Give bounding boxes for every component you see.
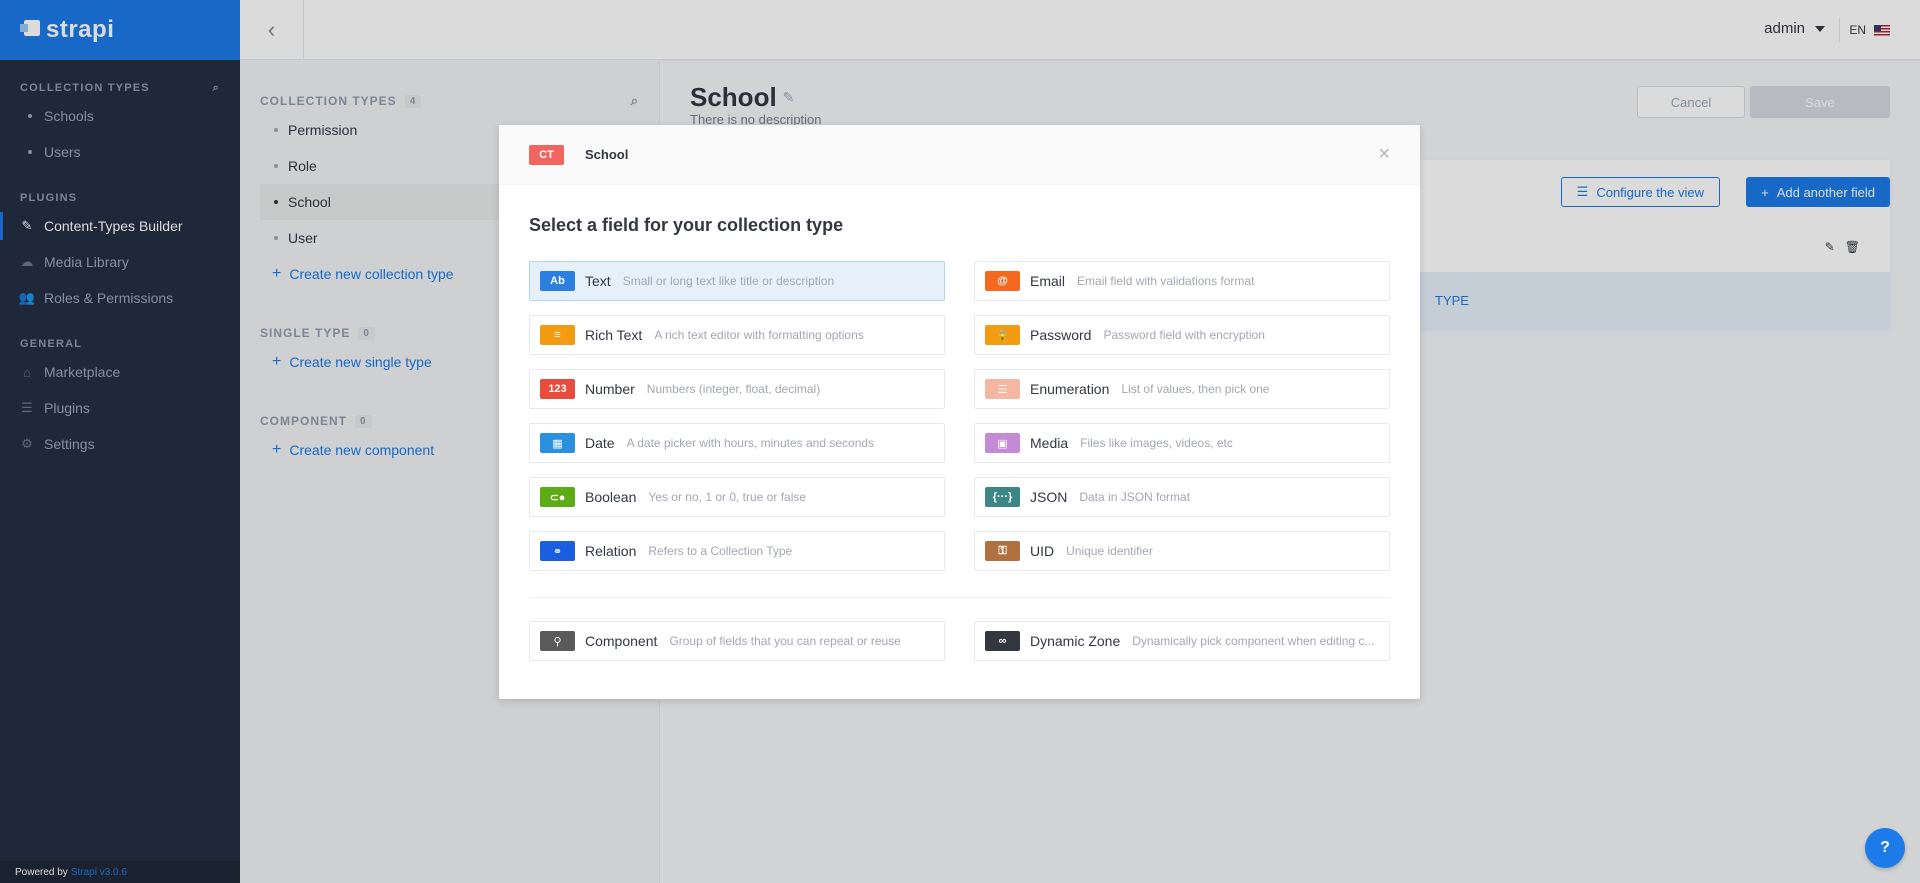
date-icon: ▦ (540, 433, 575, 453)
modal-title: Select a field for your collection type (529, 215, 844, 235)
boolean-icon: ⊂● (540, 487, 575, 507)
help-button[interactable]: ? (1865, 828, 1905, 868)
field-type-description: Files like images, videos, etc (1080, 436, 1233, 450)
field-type-label: Media (1030, 435, 1069, 451)
field-type-email[interactable]: @ Email Email field with validations forma… (974, 261, 1390, 301)
field-type-label: Number (585, 381, 635, 397)
field-picker-modal: CT School × Select a field for your coll… (499, 125, 1420, 699)
field-type-date[interactable]: ▦ Date A date picker with hours, minutes a… (529, 423, 945, 463)
field-type-boolean[interactable]: ⊂● Boolean Yes or no, 1 or 0, true or fals… (529, 477, 945, 517)
field-type-label: UID (1030, 543, 1055, 559)
number-icon: 123 (540, 379, 575, 399)
field-type-description: Refers to a Collection Type (648, 544, 793, 558)
uid-icon: ⚿ (985, 541, 1020, 561)
field-type-description: A date picker with hours, minutes and se… (626, 436, 875, 450)
field-type-dynamic-zone[interactable]: ∞ Dynamic Zone Dynamically pick component … (974, 621, 1390, 661)
field-type-number[interactable]: 123 Number Numbers (integer, float, decima… (529, 369, 945, 409)
field-type-label: Password (1030, 327, 1092, 343)
field-type-description: A rich text editor with formatting optio… (654, 328, 864, 342)
enumeration-icon: ☰ (985, 379, 1020, 399)
field-type-description: Email field with validations format (1077, 274, 1255, 288)
field-type-description: Small or long text like title or descrip… (622, 274, 835, 288)
json-icon: {···} (985, 487, 1020, 507)
field-type-rich-text[interactable]: ≡ Rich Text A rich text editor with format… (529, 315, 945, 355)
text-icon: Ab (540, 271, 575, 291)
field-type-label: Rich Text (585, 327, 643, 343)
field-type-label: Date (585, 435, 615, 451)
component-icon: ⚲ (540, 631, 575, 651)
field-type-description: Unique identifier (1066, 544, 1153, 558)
field-type-uid[interactable]: ⚿ UID Unique identifier (974, 531, 1390, 571)
media-icon: ▣ (985, 433, 1020, 453)
modal-header: CT School × (499, 125, 1420, 185)
field-type-label: Enumeration (1030, 381, 1110, 397)
field-type-description: Group of fields that you can repeat or r… (669, 634, 901, 648)
password-icon: 🔒 (985, 325, 1020, 345)
field-type-description: Data in JSON format (1079, 490, 1191, 504)
modal-divider (529, 597, 1390, 598)
field-type-label: Text (585, 273, 611, 289)
field-type-component[interactable]: ⚲ Component Group of fields that you can r… (529, 621, 945, 661)
email-icon: @ (985, 271, 1020, 291)
field-type-description: List of values, then pick one (1121, 382, 1270, 396)
field-type-enumeration[interactable]: ☰ Enumeration List of values, then pick on… (974, 369, 1390, 409)
field-type-label: Component (585, 633, 658, 649)
field-type-description: Yes or no, 1 or 0, true or false (648, 490, 807, 504)
field-type-label: JSON (1030, 489, 1068, 505)
field-type-label: Dynamic Zone (1030, 633, 1121, 649)
field-type-media[interactable]: ▣ Media Files like images, videos, etc (974, 423, 1390, 463)
relation-icon: ⚭ (540, 541, 575, 561)
field-type-description: Password field with encryption (1103, 328, 1265, 342)
field-type-description: Dynamically pick component when editing … (1132, 634, 1375, 648)
modal-type-name: School (585, 147, 629, 162)
field-type-text[interactable]: Ab Text Small or long text like title or d… (529, 261, 945, 301)
rich-text-icon: ≡ (540, 325, 575, 345)
field-type-label: Relation (585, 543, 637, 559)
field-type-description: Numbers (integer, float, decimal) (646, 382, 821, 396)
field-type-label: Boolean (585, 489, 637, 505)
field-type-password[interactable]: 🔒 Password Password field with encryption (974, 315, 1390, 355)
collection-type-badge: CT (529, 144, 564, 165)
field-type-label: Email (1030, 273, 1066, 289)
close-icon[interactable]: × (1378, 143, 1390, 166)
field-type-json[interactable]: {···} JSON Data in JSON format (974, 477, 1390, 517)
field-type-relation[interactable]: ⚭ Relation Refers to a Collection Type (529, 531, 945, 571)
dynamic-zone-icon: ∞ (985, 631, 1020, 651)
